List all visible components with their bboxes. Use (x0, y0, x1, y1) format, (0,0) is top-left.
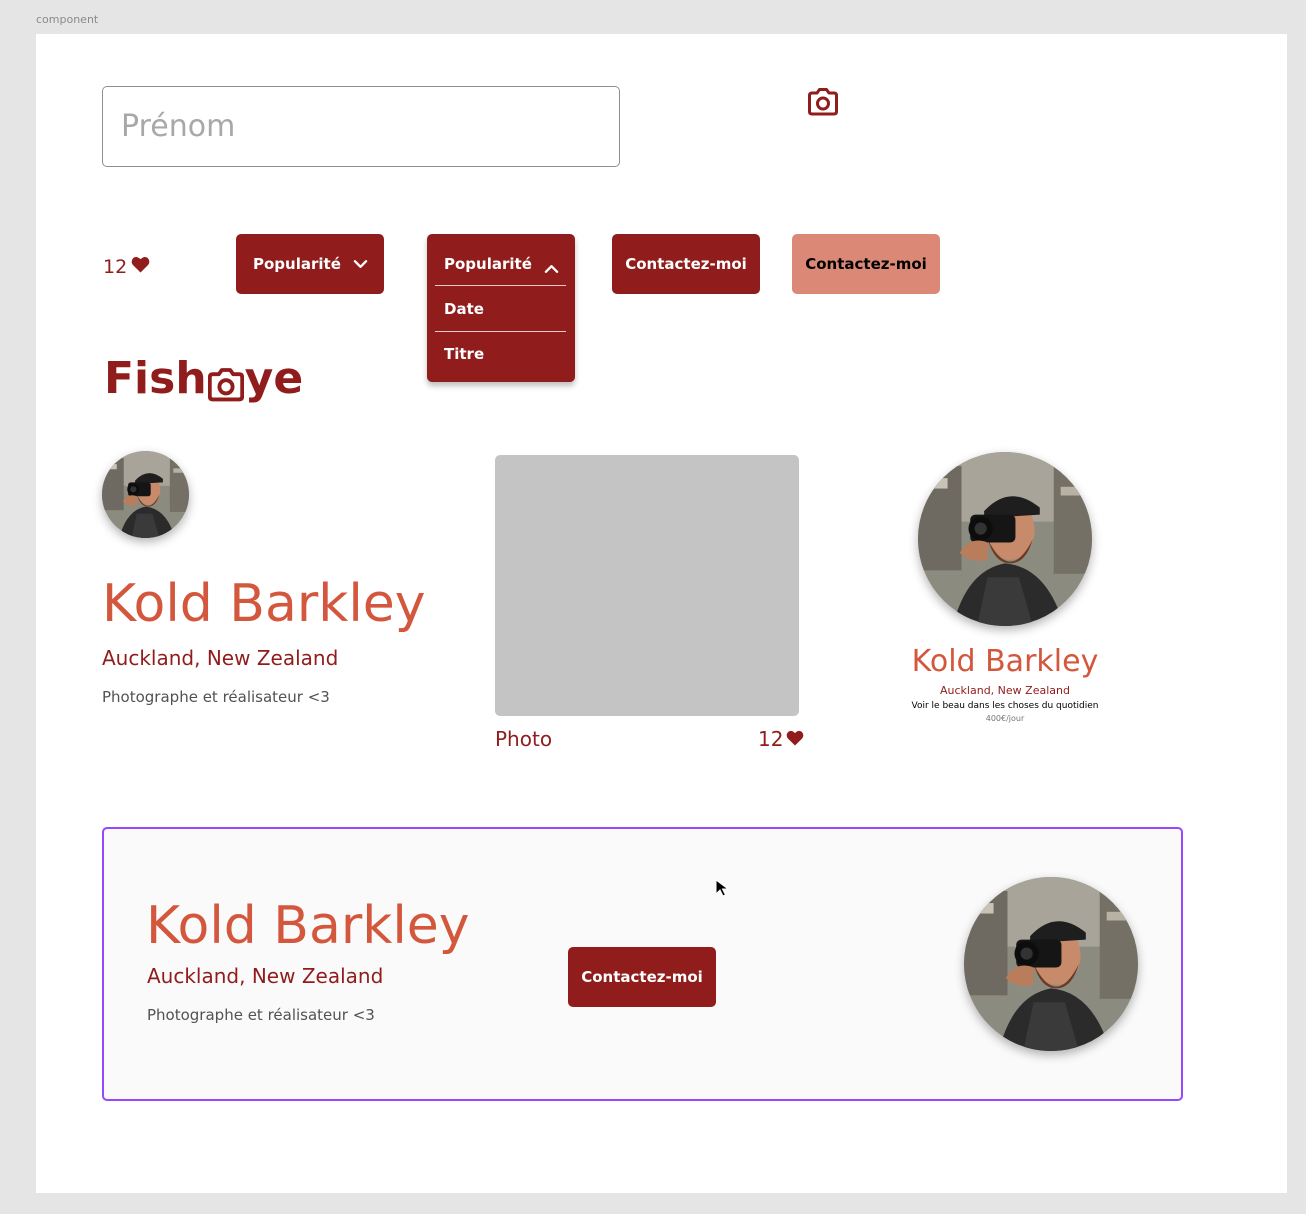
avatar[interactable] (102, 451, 189, 538)
dropdown-separator (435, 285, 566, 286)
photographer-name: Kold Barkley (102, 574, 426, 634)
media-likes-count: 12 (758, 727, 784, 751)
banner-name: Kold Barkley (146, 896, 470, 956)
media-title: Photo (495, 727, 553, 751)
sort-option-date[interactable]: Date (444, 300, 484, 318)
camera-icon (808, 88, 838, 116)
sort-option-popularity[interactable]: Popularité (444, 255, 532, 273)
sort-option-title[interactable]: Titre (444, 345, 484, 363)
sort-dropdown-open[interactable]: Popularité Date Titre (427, 234, 575, 382)
contact-button[interactable]: Contactez-moi (612, 234, 760, 294)
mouse-pointer-icon (715, 879, 731, 897)
likes-counter: 12 (103, 256, 150, 278)
photographer-card-avatar[interactable] (918, 452, 1092, 626)
photographer-location: Auckland, New Zealand (102, 646, 339, 670)
first-name-input[interactable] (102, 86, 620, 167)
fisheye-logo[interactable]: Fish ye (104, 353, 303, 404)
contact-button-label: Contactez-moi (625, 255, 747, 273)
media-thumbnail[interactable] (495, 455, 799, 716)
contact-button-label: Contactez-moi (805, 255, 927, 273)
banner-avatar (964, 877, 1138, 1051)
card-location: Auckland, New Zealand (940, 684, 1070, 697)
heart-icon[interactable] (131, 256, 150, 278)
heart-icon[interactable] (786, 727, 804, 751)
component-canvas: 12 Popularité Popularité Date Titre Cont… (36, 34, 1287, 1193)
banner-location: Auckland, New Zealand (147, 964, 384, 988)
banner-tagline: Photographe et réalisateur <3 (147, 1006, 375, 1024)
logo-text-start: Fish (104, 353, 207, 404)
logo-text-end: ye (244, 353, 304, 404)
chevron-down-icon (353, 255, 368, 273)
frame-label: component (36, 13, 99, 26)
sort-selected-label: Popularité (253, 255, 341, 273)
banner-contact-button[interactable]: Contactez-moi (568, 947, 716, 1007)
contact-button-label: Contactez-moi (581, 968, 703, 986)
card-tagline: Voir le beau dans les choses du quotidie… (911, 701, 1099, 711)
chevron-up-icon[interactable] (544, 259, 559, 278)
card-name[interactable]: Kold Barkley (905, 644, 1105, 679)
sort-dropdown-closed[interactable]: Popularité (236, 234, 384, 294)
logo-camera-icon (207, 362, 244, 401)
contact-button-hover[interactable]: Contactez-moi (792, 234, 940, 294)
media-likes: 12 (758, 727, 804, 751)
dropdown-separator (435, 331, 566, 332)
card-price: 400€/jour (985, 714, 1025, 723)
photographer-tagline: Photographe et réalisateur <3 (102, 688, 330, 706)
likes-count: 12 (103, 256, 128, 278)
